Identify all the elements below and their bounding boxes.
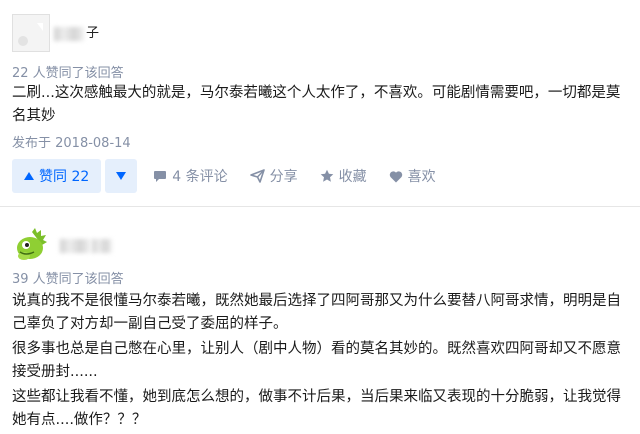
blurred-name	[92, 238, 112, 253]
publish-date[interactable]: 发布于 2018-08-14	[12, 132, 131, 151]
comment-icon	[154, 171, 167, 182]
upvote-button[interactable]: 赞同 22	[12, 159, 102, 193]
triangle-down-icon	[116, 172, 127, 180]
answer-paragraph: 二刷...这次感触最大的就是，马尔泰若曦这个人太作了，不喜欢。可能剧情需要吧，一…	[12, 85, 621, 124]
vote-count-text: 22 人赞同了该回答	[12, 66, 124, 81]
answer-card: 39 人赞同了该回答 说真的我不是很懂马尔泰若曦，既然她最后选择了四阿哥那又为什…	[0, 210, 640, 428]
answer-content: 说真的我不是很懂马尔泰若曦，既然她最后选择了四阿哥那又为什么要替八阿哥求情，明明…	[12, 290, 630, 434]
comments-button[interactable]: 4 条评论	[153, 166, 228, 186]
answer-content: 二刷...这次感触最大的就是，马尔泰若曦这个人太作了，不喜欢。可能剧情需要吧，一…	[12, 82, 630, 130]
answer-paragraph: 这些都让我看不懂，她到底怎么想的，做事不计后果，当后果来临又表现的十分脆弱，让我…	[12, 389, 621, 428]
avatar-placeholder-icon	[13, 15, 49, 51]
triangle-up-icon	[24, 172, 34, 180]
vote-count-text: 39 人赞同了该回答	[12, 272, 124, 287]
avatar[interactable]	[12, 224, 52, 264]
share-icon	[249, 169, 265, 183]
like-button[interactable]: 喜欢	[389, 166, 436, 186]
answer-paragraph: 说真的我不是很懂马尔泰若曦，既然她最后选择了四阿哥那又为什么要替八阿哥求情，明明…	[12, 293, 621, 332]
username[interactable]: 子	[54, 22, 99, 41]
collect-button[interactable]: 收藏	[320, 166, 367, 186]
share-button[interactable]: 分享	[249, 166, 298, 186]
green-creature-avatar-icon	[12, 224, 52, 264]
star-icon	[320, 169, 333, 182]
blurred-name	[54, 26, 84, 41]
answer-card: 子 22 人赞同了该回答 二刷...这次感触最大的就是，马尔泰若曦这个人太作了，…	[0, 0, 640, 205]
heart-icon	[389, 170, 402, 182]
blurred-name	[60, 238, 90, 253]
action-bar: 赞同 22 4 条评论 分享 收藏 喜欢	[12, 159, 458, 193]
downvote-button[interactable]	[105, 159, 138, 193]
answer-divider	[0, 206, 640, 207]
answer-paragraph: 很多事也总是自己憋在心里，让别人（剧中人物）看的莫名其妙的。既然喜欢四阿哥却又不…	[12, 341, 621, 380]
avatar[interactable]	[12, 14, 50, 52]
username[interactable]	[60, 238, 114, 253]
